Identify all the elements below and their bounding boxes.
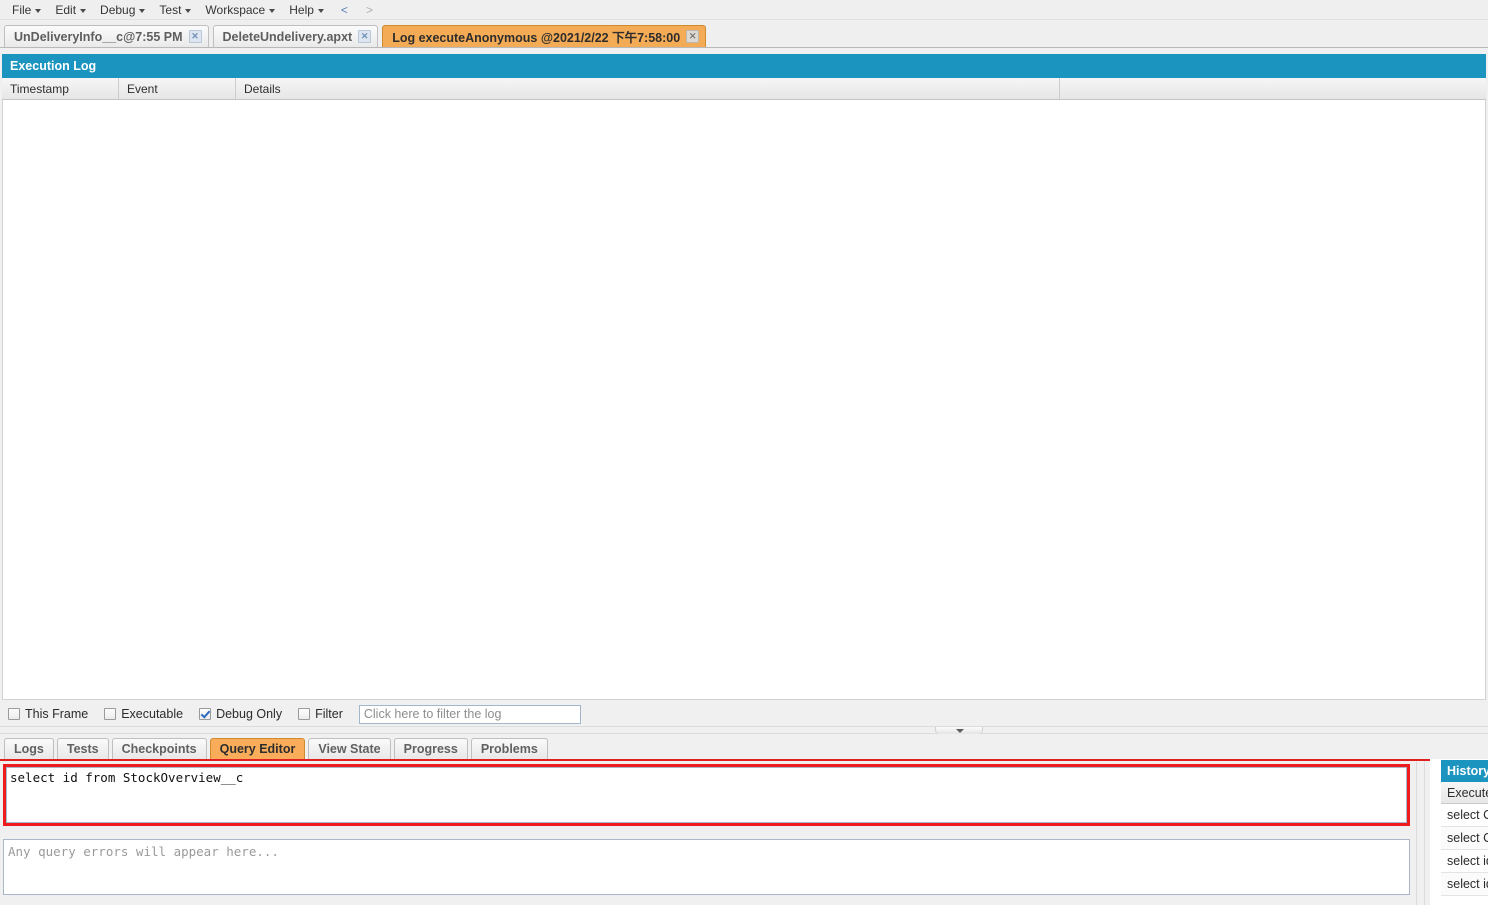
chevron-down-icon [80, 8, 87, 13]
query-input-highlight [3, 764, 1410, 826]
menu-file[interactable]: File [6, 2, 49, 18]
query-history-content: History Executed Query select COUNT() fr… [1441, 760, 1488, 896]
query-history-column-header[interactable]: Executed Query [1441, 782, 1488, 804]
list-item[interactable]: select id from StockOverview__c [1441, 873, 1488, 896]
menu-workspace[interactable]: Workspace [199, 2, 283, 18]
tab-logs[interactable]: Logs [4, 738, 54, 759]
tab-logs-label: Logs [14, 742, 44, 756]
tab-tests[interactable]: Tests [56, 738, 109, 759]
tab-checkpoints-label: Checkpoints [121, 742, 197, 756]
menu-file-label: File [12, 2, 32, 17]
checkbox-icon[interactable] [8, 708, 20, 720]
column-header-timestamp[interactable]: Timestamp [2, 78, 119, 99]
execution-log-title: Execution Log [2, 54, 1486, 78]
document-tab-log-executeanonymous[interactable]: Log executeAnonymous @2021/2/22 下午7:58:0… [382, 25, 707, 47]
execution-log-panel: Execution Log Timestamp Event Details [2, 54, 1486, 700]
nav-back-icon[interactable]: < [332, 3, 357, 17]
developer-console-window: File Edit Debug Test Workspace Help < > … [0, 0, 1488, 905]
list-item[interactable]: select COUNT() from StockOverview__c [1441, 827, 1488, 850]
menu-test-label: Test [159, 2, 182, 17]
column-header-details[interactable]: Details [236, 78, 1060, 99]
checkbox-debug-only[interactable]: Debug Only [199, 707, 282, 721]
document-tab-label: DeleteUndelivery.apxt [222, 29, 353, 44]
checkbox-filter[interactable]: Filter [298, 707, 343, 721]
menu-test[interactable]: Test [153, 2, 199, 18]
log-filter-bar: This Frame Executable Debug Only Filter [0, 702, 1488, 726]
splitter-collapse-handle[interactable] [935, 727, 983, 734]
query-history-panel: History Executed Query select COUNT() fr… [1430, 759, 1488, 905]
close-icon[interactable]: ✕ [358, 30, 372, 43]
menu-debug[interactable]: Debug [94, 2, 153, 18]
list-item[interactable]: select COUNT() from StockOverview__c [1441, 804, 1488, 827]
menu-help[interactable]: Help [283, 2, 332, 18]
menu-workspace-label: Workspace [205, 2, 266, 17]
soql-query-input[interactable] [6, 767, 1407, 823]
tab-view-state[interactable]: View State [308, 738, 391, 759]
query-editor-panel: Any query errors will appear here... [0, 759, 1488, 905]
menu-edit-label: Edit [55, 2, 77, 17]
checkbox-this-frame[interactable]: This Frame [8, 707, 88, 721]
nav-forward-icon[interactable]: > [357, 3, 382, 17]
checkbox-this-frame-label: This Frame [25, 707, 89, 721]
tab-problems[interactable]: Problems [470, 738, 548, 759]
close-icon[interactable]: ✕ [686, 30, 700, 43]
document-tab-undeliveryinfo[interactable]: UnDeliveryInfo__c@7:55 PM ✕ [4, 25, 209, 47]
query-error-output: Any query errors will appear here... [3, 839, 1410, 895]
bottom-tab-strip: Logs Tests Checkpoints Query Editor View… [0, 736, 1488, 759]
close-icon[interactable]: ✕ [188, 30, 202, 43]
checkbox-executable-label: Executable [121, 707, 184, 721]
chevron-down-icon [269, 8, 276, 13]
chevron-down-icon [139, 8, 146, 13]
tab-problems-label: Problems [480, 742, 538, 756]
document-tab-label: UnDeliveryInfo__c@7:55 PM [14, 29, 183, 44]
document-tab-label: Log executeAnonymous @2021/2/22 下午7:58:0… [392, 31, 681, 45]
list-item[interactable]: select id from StockOverview__c [1441, 850, 1488, 873]
panel-splitter[interactable] [0, 726, 1488, 734]
chevron-down-icon [317, 8, 324, 13]
execution-log-column-headers: Timestamp Event Details [2, 78, 1486, 100]
chevron-down-icon [35, 8, 42, 13]
column-header-extra[interactable] [1060, 78, 1486, 99]
log-filter-input[interactable] [358, 704, 581, 724]
menu-bar: File Edit Debug Test Workspace Help < > [0, 0, 1488, 20]
menu-edit[interactable]: Edit [49, 2, 94, 18]
tab-query-editor-label: Query Editor [219, 742, 296, 756]
tab-tests-label: Tests [66, 742, 99, 756]
chevron-down-icon [185, 8, 192, 13]
checkbox-icon[interactable] [298, 708, 311, 720]
checkbox-checked-icon[interactable] [199, 708, 212, 720]
tab-progress[interactable]: Progress [393, 738, 468, 759]
menu-debug-label: Debug [100, 2, 136, 17]
tab-query-editor[interactable]: Query Editor [209, 738, 306, 759]
tab-checkpoints[interactable]: Checkpoints [111, 738, 207, 759]
tab-progress-label: Progress [403, 742, 458, 756]
checkbox-executable[interactable]: Executable [104, 707, 183, 721]
query-history-splitter[interactable] [1416, 761, 1425, 905]
checkbox-icon[interactable] [104, 708, 117, 720]
column-header-event[interactable]: Event [119, 78, 236, 99]
document-tab-deleteundelivery[interactable]: DeleteUndelivery.apxt ✕ [212, 25, 379, 47]
checkbox-debug-only-label: Debug Only [216, 707, 283, 721]
document-tab-strip: UnDeliveryInfo__c@7:55 PM ✕ DeleteUndeli… [0, 21, 1488, 48]
tab-view-state-label: View State [318, 742, 381, 756]
query-history-title: History [1441, 760, 1488, 782]
execution-log-rows[interactable] [2, 100, 1486, 700]
checkbox-filter-label: Filter [315, 707, 343, 721]
menu-help-label: Help [289, 2, 314, 17]
